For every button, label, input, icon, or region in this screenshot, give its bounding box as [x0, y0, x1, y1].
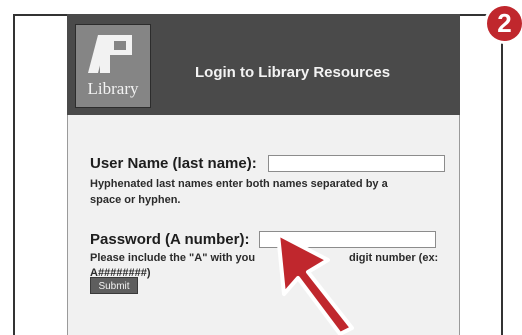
username-input[interactable] [268, 155, 445, 172]
page-title: Login to Library Resources [195, 64, 391, 81]
username-note-line2: space or hyphen. [90, 194, 181, 206]
submit-button[interactable]: Submit [90, 277, 138, 294]
ap-logo-icon [88, 35, 132, 73]
step-badge: 2 [487, 6, 522, 41]
library-logo[interactable]: Library [75, 24, 151, 108]
logo-text: Library [87, 79, 139, 98]
username-note-line1: Hyphenated last names enter both names s… [90, 178, 388, 190]
username-label: User Name (last name): [90, 155, 257, 172]
password-label: Password (A number): [90, 231, 250, 248]
password-note-line1: Please include the "A" with you [90, 252, 256, 264]
arrow-cursor-icon [276, 232, 354, 335]
